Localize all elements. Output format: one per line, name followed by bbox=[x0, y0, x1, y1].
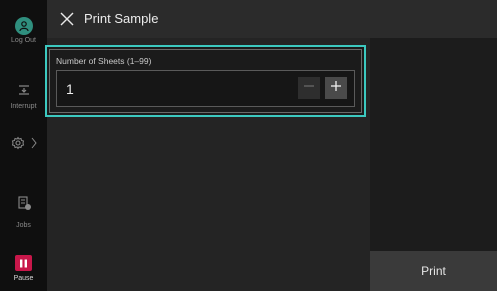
jobs-button[interactable]: Jobs bbox=[0, 195, 47, 229]
decrement-button[interactable] bbox=[298, 77, 320, 99]
logout-label: Log Out bbox=[11, 37, 36, 44]
pause-label: Pause bbox=[13, 275, 34, 282]
left-sidebar: Log Out Interrupt Jobs Pause bbox=[0, 0, 47, 291]
number-of-sheets-field[interactable]: Number of Sheets (1–99) 1 bbox=[45, 45, 366, 117]
sheets-stepper: 1 bbox=[56, 70, 355, 107]
pause-icon bbox=[15, 255, 32, 271]
jobs-icon bbox=[16, 195, 32, 216]
sheets-field-frame: Number of Sheets (1–99) 1 bbox=[49, 49, 362, 113]
page-title: Print Sample bbox=[84, 11, 159, 26]
print-label: Print bbox=[421, 264, 446, 278]
sheets-label: Number of Sheets (1–99) bbox=[56, 56, 152, 66]
plus-icon bbox=[330, 79, 342, 97]
interrupt-label: Interrupt bbox=[10, 103, 37, 110]
print-button[interactable]: Print bbox=[370, 251, 497, 291]
minus-icon bbox=[303, 79, 315, 97]
close-icon[interactable] bbox=[59, 11, 75, 27]
header-bar: Print Sample bbox=[47, 0, 497, 38]
logout-button[interactable]: Log Out bbox=[0, 17, 47, 44]
interrupt-icon bbox=[16, 82, 32, 101]
user-icon bbox=[14, 17, 33, 35]
gear-icon bbox=[11, 136, 25, 155]
sheets-value-input[interactable]: 1 bbox=[66, 81, 74, 97]
settings-button[interactable] bbox=[0, 136, 47, 155]
interrupt-button[interactable]: Interrupt bbox=[0, 82, 47, 110]
increment-button[interactable] bbox=[325, 77, 347, 99]
print-sample-screen: Log Out Interrupt Jobs Pause Print Sampl… bbox=[0, 0, 497, 291]
chevron-right-icon bbox=[31, 136, 37, 155]
jobs-label: Jobs bbox=[16, 222, 31, 229]
pause-button[interactable]: Pause bbox=[0, 255, 47, 282]
